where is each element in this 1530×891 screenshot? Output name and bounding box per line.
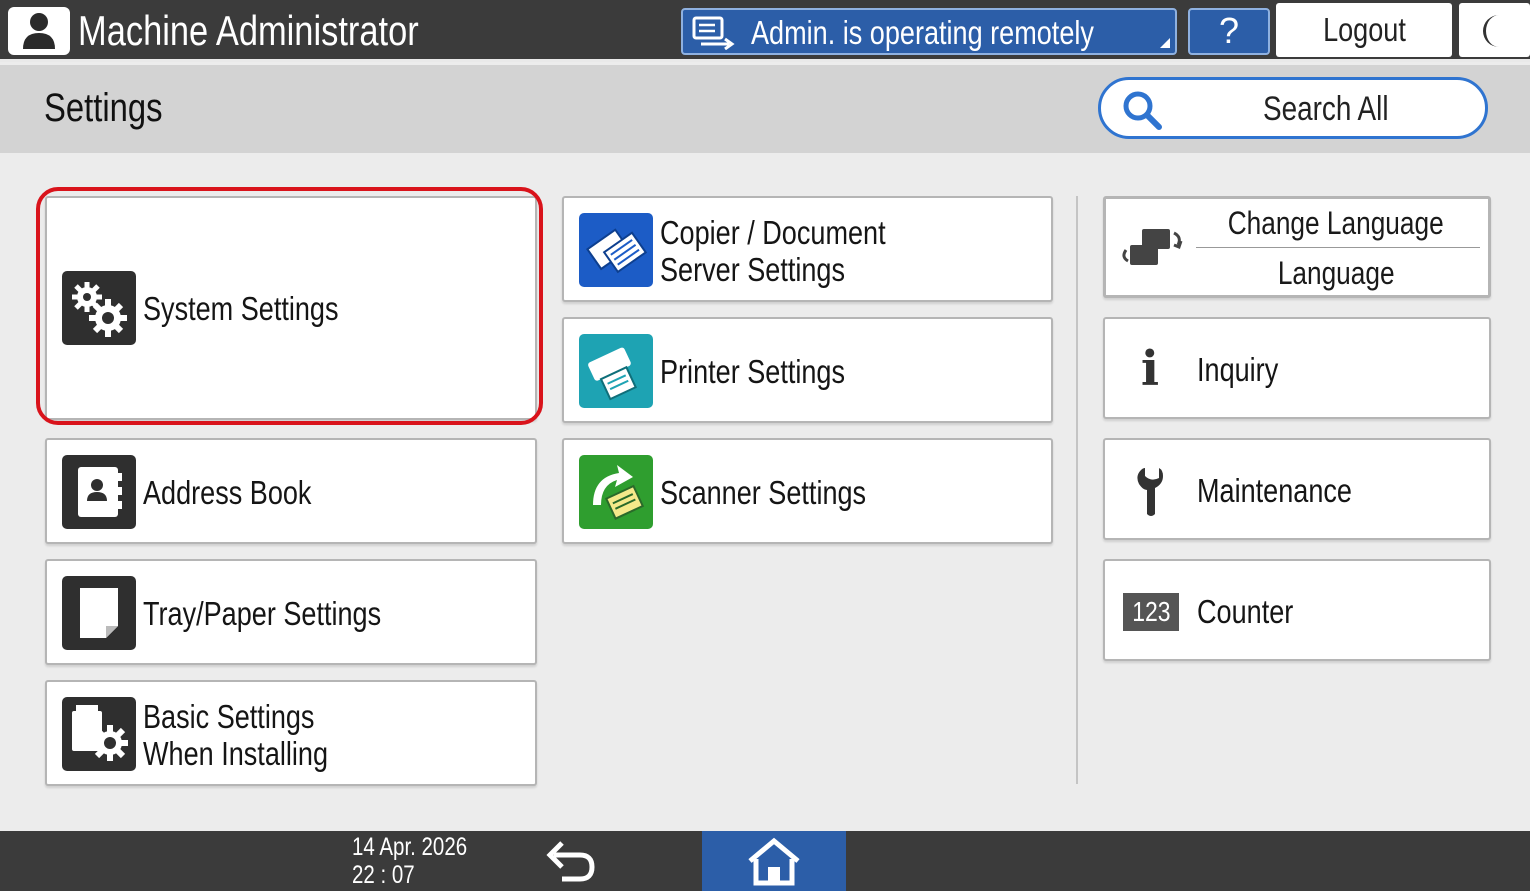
page-header: Settings Search All — [0, 65, 1530, 153]
copier-icon — [579, 213, 653, 287]
inquiry-button[interactable]: i Inquiry — [1103, 317, 1491, 419]
address-book-icon — [62, 455, 136, 529]
system-settings-button[interactable]: System Settings — [45, 196, 537, 420]
basic-settings-when-installing-button[interactable]: Basic Settings When Installing — [45, 680, 537, 786]
energy-saver-button[interactable] — [1459, 3, 1530, 57]
home-button[interactable] — [702, 831, 846, 891]
date-time: 14 Apr. 2026 22 : 07 — [352, 833, 492, 889]
inquiry-label: Inquiry — [1197, 351, 1279, 388]
scanner-settings-label: Scanner Settings — [660, 474, 867, 511]
moon-icon — [1483, 15, 1499, 47]
printer-settings-button[interactable]: Printer Settings — [562, 317, 1053, 423]
maintenance-label: Maintenance — [1197, 472, 1352, 509]
search-icon — [1123, 91, 1162, 130]
copier-settings-label: Copier / Document Server Settings — [660, 214, 886, 288]
change-language-separator — [1196, 247, 1480, 248]
counter-label: Counter — [1197, 593, 1294, 630]
back-button[interactable] — [540, 835, 602, 887]
change-language-button[interactable]: Change Language Language — [1103, 196, 1491, 298]
help-button[interactable]: ? — [1188, 8, 1270, 55]
address-book-label: Address Book — [143, 474, 312, 511]
column-divider — [1076, 196, 1078, 784]
remote-operation-icon — [692, 16, 735, 50]
user-title: Machine Administrator — [78, 7, 419, 54]
tray-paper-settings-label: Tray/Paper Settings — [143, 595, 382, 632]
system-settings-label: System Settings — [143, 290, 339, 327]
date-label: 14 Apr. 2026 — [352, 833, 468, 861]
info-icon: i — [1140, 341, 1160, 397]
counter-button[interactable]: 123 Counter — [1103, 559, 1491, 661]
basic-settings-label: Basic Settings When Installing — [143, 698, 329, 772]
wrench-icon — [1137, 468, 1163, 516]
scanner-settings-button[interactable]: Scanner Settings — [562, 438, 1053, 544]
install-settings-icon — [62, 697, 136, 771]
maintenance-button[interactable]: Maintenance — [1103, 438, 1491, 540]
change-language-title: Change Language — [1228, 205, 1444, 241]
search-all-label: Search All — [1263, 90, 1389, 128]
remote-operation-label: Admin. is operating remotely — [751, 14, 1094, 51]
page-title: Settings — [44, 86, 163, 130]
search-all-button[interactable]: Search All — [1098, 77, 1488, 139]
gears-icon — [62, 271, 136, 345]
home-icon — [748, 837, 800, 886]
bottom-bar: 14 Apr. 2026 22 : 07 — [0, 831, 1530, 891]
remote-operation-status[interactable]: Admin. is operating remotely — [681, 8, 1177, 55]
scanner-icon — [579, 455, 653, 529]
tray-paper-settings-button[interactable]: Tray/Paper Settings — [45, 559, 537, 665]
back-arrow-icon — [546, 841, 595, 882]
user-icon[interactable] — [8, 7, 70, 55]
address-book-button[interactable]: Address Book — [45, 438, 537, 544]
change-language-icon — [1122, 229, 1183, 265]
time-label: 22 : 07 — [352, 861, 415, 889]
expand-corner-icon — [1160, 38, 1170, 48]
logout-button[interactable]: Logout — [1276, 3, 1452, 57]
counter-icon: 123 — [1123, 593, 1179, 631]
printer-icon — [579, 334, 653, 408]
copier-document-server-settings-button[interactable]: Copier / Document Server Settings — [562, 196, 1053, 302]
language-value: Language — [1277, 255, 1395, 291]
printer-settings-label: Printer Settings — [660, 353, 845, 390]
top-bar: Machine Administrator Admin. is operatin… — [0, 0, 1530, 62]
paper-icon — [62, 576, 136, 650]
